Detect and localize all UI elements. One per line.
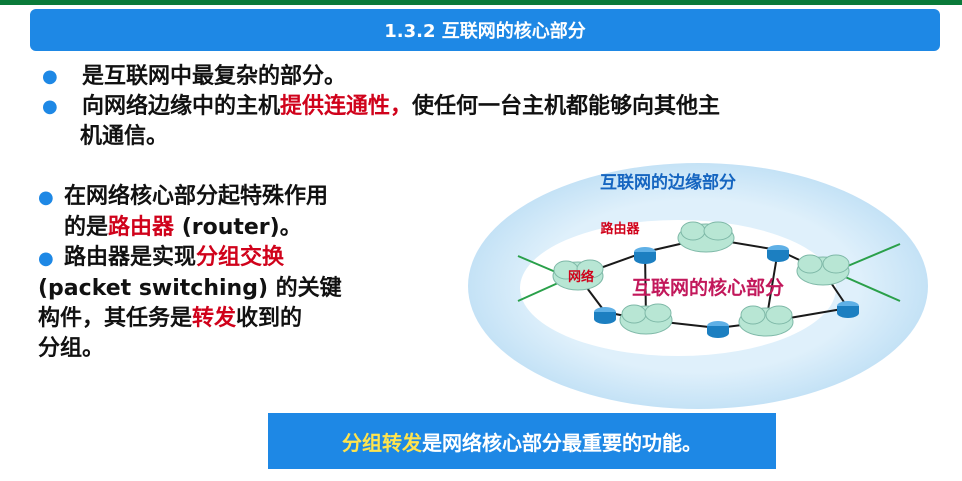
bullet-line: 的是路由器 (router)。 <box>38 213 438 243</box>
bullet-text: 的是 <box>64 215 109 240</box>
internet-core-diagram: 互联网的边缘部分 路由器 网络 互联网的核心部分 <box>468 163 928 409</box>
key-point-banner: 分组转发 是网络核心部分最重要的功能。 <box>268 413 776 469</box>
network-label: 网络 <box>568 269 594 285</box>
bullet-dot-icon: ● <box>38 248 54 269</box>
bullet-dot-icon: ● <box>38 187 54 208</box>
bullet-dot-icon: ● <box>42 96 58 117</box>
banner-text: 是网络核心部分最重要的功能。 <box>422 430 702 455</box>
bullet-line: (packet switching) 的关键 <box>38 276 342 301</box>
router-icon <box>707 321 729 338</box>
bullet-text: 是互联网中最复杂的部分。 <box>82 64 347 89</box>
highlight-text: 转发 <box>192 306 237 331</box>
highlight-text: 分组交换 <box>196 245 285 270</box>
router-icon <box>594 307 616 324</box>
bullet-text: 路由器是实现 <box>64 245 197 270</box>
slide-title-bar: 1.3.2 互联网的核心部分 <box>30 9 940 51</box>
router-icon <box>767 245 789 262</box>
bullet-item: ● 是互联网中最复杂的部分。 <box>40 62 940 92</box>
bullet-text: (router)。 <box>174 215 302 240</box>
edge-label: 互联网的边缘部分 <box>600 172 736 193</box>
highlight-text: 提供连通性， <box>280 94 413 119</box>
bullet-text-part: 使任何一台主机都能够向其他主 <box>412 94 721 119</box>
bullet-text: 收到的 <box>236 306 303 331</box>
bullet-text: 向网络边缘中的主机提供连通性，使任何一台主机都能够向其他主 <box>82 92 720 122</box>
router-icon <box>837 301 859 318</box>
top-accent-line <box>0 0 962 5</box>
bullet-text-part: 向网络边缘中的主机 <box>82 94 281 119</box>
left-bullet-list: ● 在网络核心部分起特殊作用 的是路由器 (router)。 ● 路由器是实现分组交… <box>38 182 438 364</box>
bullet-line: ● 路由器是实现分组交换 <box>38 243 438 274</box>
bullet-continuation: 机通信。 <box>80 124 169 149</box>
highlight-text: 路由器 <box>108 215 175 240</box>
bullet-line: 分组。 <box>38 336 105 361</box>
bullet-line: 构件，其任务是转发收到的 <box>38 304 438 334</box>
cloud-icon <box>796 254 850 286</box>
highlight-text: 分组转发 <box>342 430 422 455</box>
router-icon <box>634 247 656 264</box>
cloud-icon <box>619 303 673 335</box>
bullet-text: 构件，其任务是 <box>38 306 193 331</box>
bullet-line: ● 在网络核心部分起特殊作用 <box>38 182 438 213</box>
top-bullet-list: ● 是互联网中最复杂的部分。 ● 向网络边缘中的主机提供连通性，使任何一台主机都… <box>40 62 940 152</box>
bullet-item: ● 向网络边缘中的主机提供连通性，使任何一台主机都能够向其他主 <box>40 92 940 122</box>
bullet-text: 在网络核心部分起特殊作用 <box>64 184 329 209</box>
bullet-dot-icon: ● <box>42 66 58 87</box>
router-label: 路由器 <box>600 221 640 237</box>
cloud-icon <box>677 221 735 253</box>
cloud-icon <box>738 305 794 337</box>
core-label: 互联网的核心部分 <box>632 276 784 299</box>
slide-title: 1.3.2 互联网的核心部分 <box>384 21 586 42</box>
